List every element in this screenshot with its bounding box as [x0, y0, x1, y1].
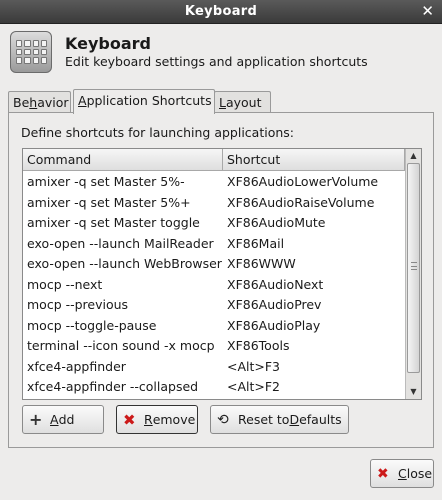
tab-behavior[interactable]: Behavior — [8, 91, 71, 113]
command-cell: mocp --next — [27, 276, 103, 292]
shortcut-cell: XF86Mail — [227, 235, 285, 251]
table-row[interactable]: terminal --icon sound -x mocp XF86Tools — [23, 336, 405, 357]
remove-x-icon: ✖ — [123, 410, 136, 429]
table-row[interactable]: mocp --next XF86AudioNext — [23, 275, 405, 296]
header-title: Keyboard — [65, 34, 151, 53]
shortcut-cell: XF86Tools — [227, 338, 290, 353]
panel-description: Define shortcuts for launching applicati… — [21, 125, 294, 140]
close-button[interactable]: ✖ Close — [370, 459, 434, 488]
command-cell: mocp --previous — [27, 297, 129, 312]
keyboard-icon — [10, 31, 52, 73]
shortcuts-panel: Define shortcuts for launching applicati… — [8, 112, 434, 448]
command-cell: exo-open --launch WebBrowser — [27, 256, 222, 271]
title-bar: Keyboard ✕ — [0, 0, 442, 24]
window-title: Keyboard — [184, 4, 258, 19]
table-row[interactable]: amixer -q set Master toggle XF86AudioMute — [23, 213, 405, 234]
shortcut-cell: XF86AudioPlay — [227, 317, 321, 333]
tab-application-shortcuts[interactable]: Application Shortcuts — [73, 89, 215, 114]
window-close-icon[interactable]: ✕ — [421, 2, 434, 20]
command-cell: amixer -q set Master 5%- — [27, 174, 185, 189]
shortcut-cell: XF86AudioRaiseVolume — [227, 194, 375, 210]
table-row[interactable]: exo-open --launch WebBrowser XF86WWW — [23, 254, 405, 275]
shortcut-cell: XF86AudioPrev — [227, 297, 322, 312]
shortcut-cell: XF86AudioNext — [227, 276, 324, 292]
add-button[interactable]: + Add — [22, 405, 104, 434]
scrollbar-thumb[interactable] — [407, 163, 420, 373]
shortcut-cell: XF86WWW — [227, 256, 296, 271]
remove-button[interactable]: ✖ Remove — [116, 405, 198, 434]
dialog-header: Keyboard Edit keyboard settings and appl… — [0, 24, 442, 82]
table-row[interactable]: mocp --previous XF86AudioPrev — [23, 295, 405, 316]
shortcut-cell: XF86AudioLowerVolume — [227, 174, 379, 189]
vertical-scrollbar[interactable]: ▲ ▼ — [405, 149, 421, 399]
column-header-command[interactable]: Command — [23, 149, 223, 171]
header-subtitle: Edit keyboard settings and application s… — [65, 54, 368, 69]
table-row[interactable]: amixer -q set Master 5%+ XF86AudioRaiseVo… — [23, 193, 405, 214]
table-row[interactable]: mocp --toggle-pause XF86AudioPlay — [23, 316, 405, 337]
table-row[interactable]: amixer -q set Master 5%- XF86AudioLowerVo… — [23, 172, 405, 193]
command-cell: amixer -q set Master 5%+ — [27, 194, 191, 210]
shortcuts-list[interactable]: Command Shortcut amixer -q set Master 5%… — [22, 148, 422, 400]
command-cell: terminal --icon sound -x mocp — [27, 338, 215, 353]
tab-layout[interactable]: Layout — [214, 91, 271, 113]
reset-to-defaults-button[interactable]: ⟲ Reset to Defaults — [210, 405, 349, 434]
scroll-down-icon[interactable]: ▼ — [407, 386, 420, 398]
plus-icon: + — [29, 409, 43, 429]
table-row[interactable]: xfce4-appfinder --collapsed <Alt>F2 — [23, 377, 405, 398]
command-cell: xfce4-appfinder — [27, 358, 126, 374]
scroll-up-icon[interactable]: ▲ — [407, 150, 420, 162]
close-icon: ✖ — [377, 465, 389, 482]
reset-icon: ⟲ — [217, 411, 229, 428]
shortcut-cell: <Alt>F3 — [227, 358, 281, 374]
table-row[interactable]: xfce4-appfinder <Alt>F3 — [23, 357, 405, 378]
command-cell: xfce4-appfinder --collapsed — [27, 379, 199, 394]
command-cell: amixer -q set Master toggle — [27, 215, 200, 230]
command-cell: mocp --toggle-pause — [27, 317, 157, 333]
shortcut-cell: <Alt>F2 — [227, 379, 281, 394]
shortcut-cell: XF86AudioMute — [227, 215, 326, 230]
table-row[interactable]: exo-open --launch MailReader XF86Mail — [23, 234, 405, 255]
command-cell: exo-open --launch MailReader — [27, 235, 214, 251]
column-header-shortcut[interactable]: Shortcut — [223, 149, 405, 171]
